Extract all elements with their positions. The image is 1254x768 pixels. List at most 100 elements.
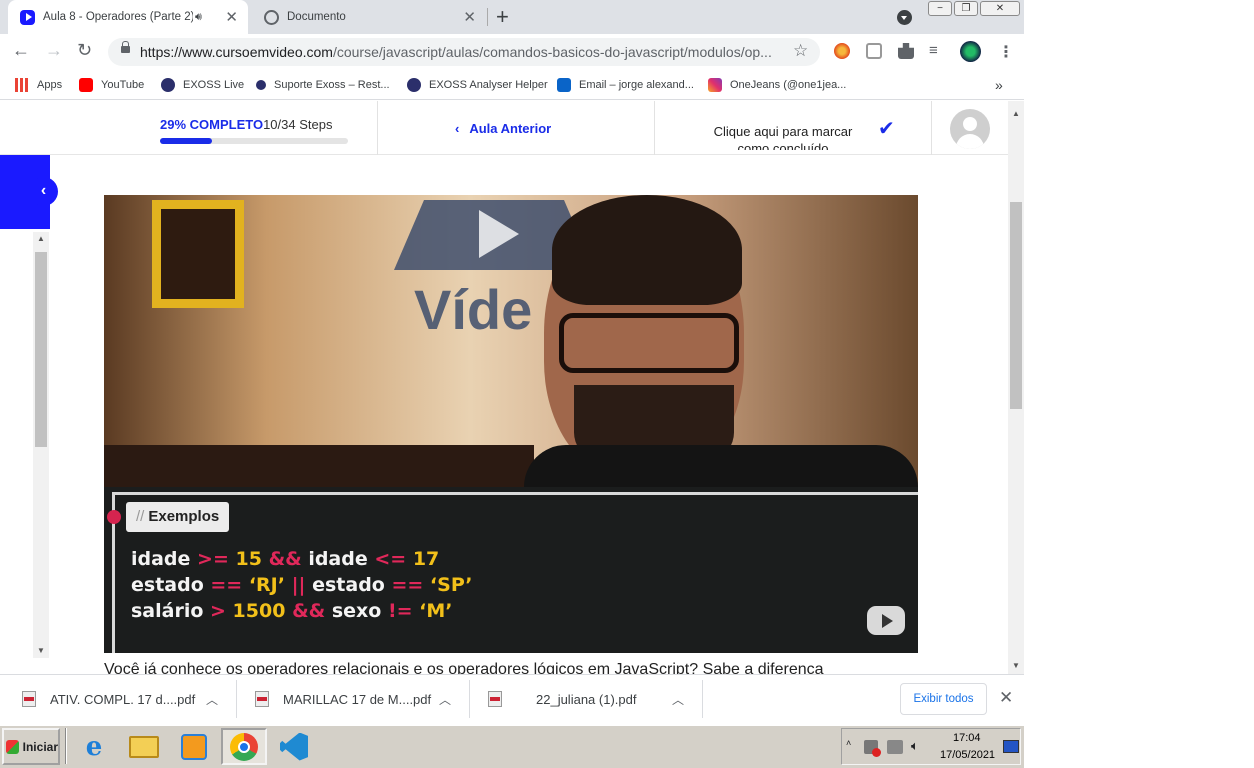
scroll-up-arrow-icon[interactable]: ▲ (37, 234, 45, 243)
start-button[interactable]: Iniciar (2, 728, 60, 765)
code-token: 1500 (225, 600, 293, 622)
chrome-icon[interactable] (221, 728, 267, 765)
close-tab-icon[interactable]: ✕ (225, 8, 238, 26)
network-error-icon[interactable] (864, 740, 881, 757)
presenter-hair (552, 195, 742, 305)
download-item[interactable]: MARILLAC 17 de M....pdf (255, 674, 431, 724)
comment-slashes: // (136, 508, 145, 525)
media-player-icon[interactable] (171, 728, 217, 765)
lock-icon[interactable] (121, 41, 130, 53)
profile-avatar-icon[interactable] (960, 41, 981, 62)
bookmark-youtube[interactable]: YouTube (79, 70, 144, 100)
fire-extension-icon[interactable] (834, 43, 850, 59)
reload-icon[interactable]: ↻ (77, 40, 92, 61)
show-desktop-icon[interactable] (1003, 740, 1019, 753)
download-filename: 22_juliana (1).pdf (536, 691, 637, 707)
minimize-button[interactable]: − (928, 1, 952, 16)
bookmark-apps[interactable]: Apps (15, 70, 62, 100)
youtube-play-icon[interactable] (867, 606, 905, 635)
play-triangle-icon (479, 210, 519, 258)
scroll-down-arrow-icon[interactable]: ▼ (37, 646, 45, 655)
media-control-icon[interactable]: ≡ (929, 42, 938, 59)
pdf-file-icon (255, 691, 269, 707)
chevron-left-icon[interactable]: ‹ (29, 177, 58, 206)
tab-title: Aula 8 - Operadores (Parte 2) - (43, 11, 193, 23)
code-token: ‘RJ’ (242, 574, 292, 596)
bookmark-email[interactable]: Email – jorge alexand... (557, 70, 694, 100)
clock-date: 17/05/2021 (940, 749, 996, 761)
examples-tag: //Exemplos (126, 502, 230, 532)
code-line-3: salário > 1500 && sexo != ‘M’ (131, 600, 453, 622)
forward-arrow-icon[interactable]: → (45, 40, 63, 61)
divider (469, 680, 470, 718)
sidebar-scroll-thumb[interactable] (35, 252, 47, 447)
video-player[interactable]: Víde //Exemplos idade >= 15 && idade <= … (104, 195, 918, 653)
wall-picture-frame (152, 200, 244, 308)
exoss-icon (407, 78, 421, 92)
bookmark-onejeans[interactable]: OneJeans (@one1jea... (708, 70, 846, 100)
code-token: <= (374, 548, 407, 570)
progress-steps: 10/34 Steps (263, 117, 333, 132)
bookmark-suporte-exoss[interactable]: Suporte Exoss – Rest... (256, 70, 390, 100)
tab-active[interactable]: Aula 8 - Operadores (Parte 2) - 🔊︎ ✕ (8, 0, 248, 34)
download-item[interactable]: 22_juliana (1).pdf (488, 674, 636, 724)
code-token: && (268, 548, 302, 570)
browser-menu-icon[interactable]: ⋮ (998, 42, 1014, 62)
speaker-icon[interactable]: 🔊︎ (195, 11, 202, 24)
internet-explorer-icon[interactable]: e (71, 728, 117, 765)
checkmark-icon[interactable]: ✔︎ (878, 116, 895, 141)
code-token: && (292, 600, 326, 622)
chevron-up-icon[interactable]: ︿ (672, 674, 684, 724)
url-host: https://www.cursoemvideo.com (140, 44, 333, 60)
chevron-up-icon[interactable]: ︿ (206, 674, 218, 724)
code-token: 15 (228, 548, 269, 570)
download-item[interactable]: ATIV. COMPL. 17 d....pdf (22, 674, 195, 724)
address-bar[interactable]: https://www.cursoemvideo.com/course/java… (108, 38, 820, 66)
divider (702, 680, 703, 718)
maximize-button[interactable]: ❐ (954, 1, 978, 16)
download-filename: MARILLAC 17 de M....pdf (283, 691, 432, 707)
new-tab-plus-icon[interactable]: + (496, 4, 509, 30)
close-window-button[interactable]: ✕ (980, 1, 1020, 16)
tab-documento[interactable]: Documento ✕ (252, 0, 486, 34)
code-token: idade (301, 548, 375, 570)
desk (104, 445, 534, 487)
bookmark-label: Suporte Exoss – Rest... (274, 79, 390, 91)
volume-icon[interactable]: 🔈︎ (911, 738, 919, 754)
chevron-left-icon: ‹ (455, 121, 460, 136)
back-arrow-icon[interactable]: ← (12, 40, 30, 61)
close-downloads-icon[interactable]: ✕ (999, 688, 1013, 708)
progress-fill (160, 138, 212, 144)
scroll-up-arrow-icon[interactable]: ▲ (1012, 109, 1020, 118)
chevron-up-icon[interactable]: ︿ (439, 674, 451, 724)
file-explorer-icon[interactable] (121, 728, 167, 765)
vscode-icon[interactable] (271, 728, 317, 765)
code-token: ‘M’ (412, 600, 453, 622)
bookmark-label: Email – jorge alexand... (579, 79, 694, 91)
bookmark-star-icon[interactable]: ☆ (793, 41, 808, 61)
code-token: == (391, 574, 424, 596)
tray-expand-icon[interactable]: ˄ (846, 738, 851, 748)
bookmark-exoss-analyser[interactable]: EXOSS Analyser Helper (407, 70, 548, 100)
user-avatar[interactable] (950, 109, 990, 149)
tab-divider (487, 8, 488, 26)
bookmark-label: EXOSS Analyser Helper (429, 79, 548, 91)
bookmark-label: YouTube (101, 79, 145, 91)
cast-extension-icon[interactable] (866, 43, 882, 59)
network-icon[interactable] (887, 740, 903, 754)
bookmark-exoss-live[interactable]: EXOSS Live (161, 70, 244, 100)
mark-complete-button[interactable]: Clique aqui para marcar como concluído (703, 123, 863, 150)
windows-logo-icon (6, 739, 19, 754)
previous-lesson-label: Aula Anterior (469, 121, 552, 136)
close-tab-icon[interactable]: ✕ (463, 8, 476, 26)
previous-lesson-link[interactable]: ‹ Aula Anterior (455, 121, 551, 136)
code-token: estado (131, 574, 211, 596)
start-label: Iniciar (22, 739, 58, 754)
code-token: 17 (406, 548, 440, 570)
bookmarks-overflow-icon[interactable]: » (995, 70, 1003, 100)
tab-search-chevron-icon[interactable] (897, 10, 912, 25)
page-scroll-thumb[interactable] (1010, 202, 1022, 409)
scroll-down-arrow-icon[interactable]: ▼ (1012, 661, 1020, 670)
show-all-downloads-button[interactable]: Exibir todos (900, 683, 987, 715)
youtube-icon (79, 78, 93, 92)
